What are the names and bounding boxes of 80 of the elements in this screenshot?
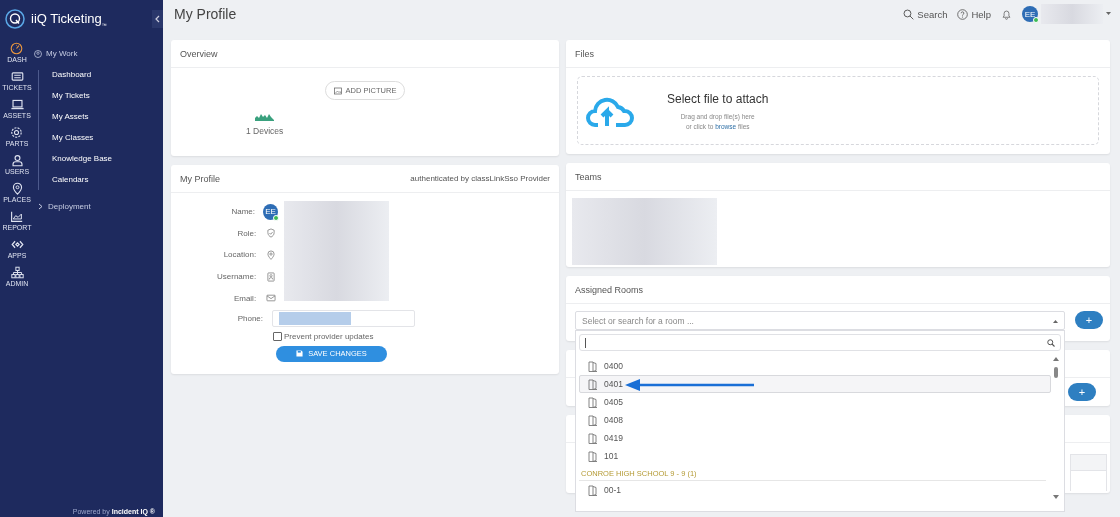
caret-up-icon xyxy=(1053,318,1058,323)
room-option[interactable]: 0401 xyxy=(579,375,1051,393)
nav-link[interactable]: Knowledge Base xyxy=(52,154,163,163)
user-menu[interactable]: EE xyxy=(1022,4,1111,24)
user-avatar: EE xyxy=(1022,6,1038,22)
laptop-icon xyxy=(10,98,24,111)
card-title: Files xyxy=(575,48,594,59)
chevron-right-icon xyxy=(38,203,43,210)
field-label: Username: xyxy=(216,272,257,282)
search-button[interactable]: Search xyxy=(903,8,948,20)
ticket-icon xyxy=(10,70,24,83)
image-icon xyxy=(333,86,342,95)
room-option[interactable]: 0419 xyxy=(579,429,1051,447)
room-option[interactable]: 00-1 xyxy=(579,481,1051,499)
map-pin-icon xyxy=(10,182,24,195)
drop-zone-title: Select file to attach xyxy=(667,91,769,106)
search-icon xyxy=(903,8,915,20)
id-badge-icon xyxy=(266,271,277,282)
help-button[interactable]: Help xyxy=(957,8,991,20)
door-icon xyxy=(588,484,598,496)
devices-chart-icon xyxy=(255,112,275,121)
card-title: Teams xyxy=(575,171,602,182)
door-icon xyxy=(588,414,598,426)
add-button[interactable]: + xyxy=(1068,383,1096,401)
room-option[interactable]: 101 xyxy=(579,447,1051,465)
user-avatar: EE xyxy=(263,203,278,220)
user-circle-icon xyxy=(34,49,42,58)
field-label: Location: xyxy=(222,250,257,260)
gauge-icon xyxy=(10,42,24,55)
help-icon xyxy=(957,8,969,20)
room-option[interactable]: 0400 xyxy=(579,357,1051,375)
scroll-down-icon[interactable] xyxy=(1053,495,1059,499)
diamond-icon xyxy=(10,238,24,251)
org-chart-icon xyxy=(10,266,24,279)
door-icon xyxy=(588,378,598,390)
add-button[interactable]: + xyxy=(1075,311,1103,329)
room-search-field[interactable] xyxy=(579,334,1061,351)
search-icon xyxy=(1047,338,1055,347)
room-option[interactable]: 0408 xyxy=(579,411,1051,429)
envelope-icon xyxy=(266,293,277,304)
redacted-phone xyxy=(279,311,351,325)
door-icon xyxy=(588,396,598,408)
room-select[interactable]: Select or search for a room ... xyxy=(575,311,1065,330)
door-icon xyxy=(588,360,598,372)
nav-link[interactable]: Calendars xyxy=(52,175,163,184)
shield-icon xyxy=(266,228,277,239)
card-title: Overview xyxy=(180,48,218,59)
field-label: Role: xyxy=(236,228,257,238)
room-option[interactable]: 0405 xyxy=(579,393,1051,411)
field-label: Name: xyxy=(230,207,255,217)
nav-group-toggle[interactable]: Deployment xyxy=(38,202,163,211)
collapse-sidebar-button[interactable] xyxy=(152,10,163,28)
phone-input-field[interactable] xyxy=(272,309,415,327)
door-icon xyxy=(588,432,598,444)
gear-icon xyxy=(10,126,24,139)
checkbox[interactable] xyxy=(273,331,282,341)
chevron-left-icon xyxy=(155,15,160,23)
nav-section-title: My Work xyxy=(46,49,78,58)
devices-count: 1 Devices xyxy=(246,126,284,136)
checkbox-label: Prevent provider updates xyxy=(284,331,374,341)
logo-icon xyxy=(5,9,25,29)
caret-down-icon xyxy=(1106,12,1111,16)
nav-link[interactable]: My Tickets xyxy=(52,91,163,100)
nav-link[interactable]: Dashboard xyxy=(52,70,163,79)
app-logo-text: iiQ Ticketing$_{™}$ xyxy=(31,10,107,28)
chart-icon xyxy=(10,210,24,223)
user-icon xyxy=(10,154,24,167)
card-title: My Profile xyxy=(180,173,220,184)
field-label: Phone: xyxy=(236,313,263,323)
scrollbar-thumb[interactable] xyxy=(1054,367,1058,378)
nav-link[interactable]: My Classes xyxy=(52,133,163,142)
map-pin-icon xyxy=(266,250,277,260)
door-icon xyxy=(588,450,598,462)
scroll-up-icon[interactable] xyxy=(1053,357,1059,361)
page-title: My Profile xyxy=(174,6,237,22)
field-label: Email: xyxy=(232,293,257,303)
nav-link[interactable]: My Assets xyxy=(52,112,163,121)
auth-provider-text: authenticated by classLinkSso Provider xyxy=(410,174,550,183)
card-title: Assigned Rooms xyxy=(575,284,644,295)
bell-icon[interactable] xyxy=(1001,8,1012,20)
